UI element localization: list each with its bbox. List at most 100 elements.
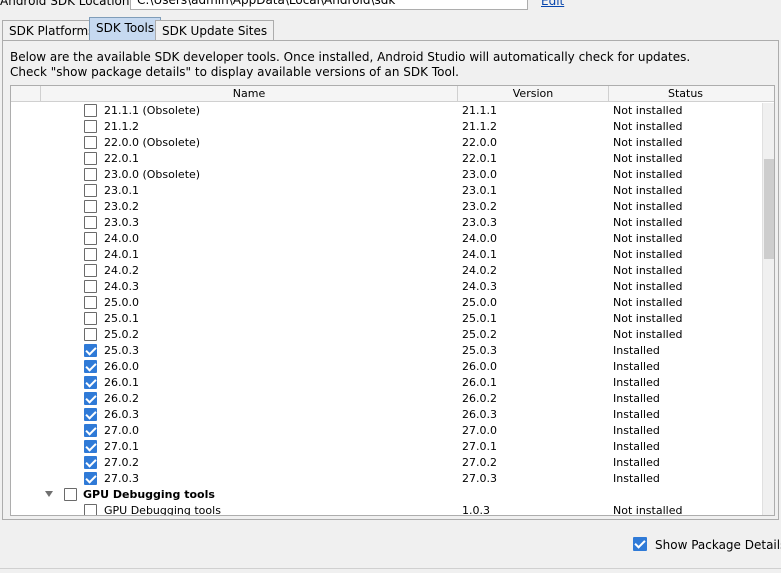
row-version: 25.0.3 xyxy=(462,344,497,357)
table-row[interactable]: 27.0.1 27.0.1 Installed xyxy=(11,439,762,455)
show-package-details-label[interactable]: Show Package Details xyxy=(655,538,781,552)
table-row[interactable]: 25.0.2 25.0.2 Not installed xyxy=(11,327,762,343)
table-row[interactable]: 26.0.1 26.0.1 Installed xyxy=(11,375,762,391)
row-checkbox[interactable] xyxy=(84,344,97,357)
row-checkbox[interactable] xyxy=(84,248,97,261)
table-row[interactable]: 25.0.1 25.0.1 Not installed xyxy=(11,311,762,327)
row-version: 23.0.0 xyxy=(462,168,497,181)
tab-sdk-update-sites[interactable]: SDK Update Sites xyxy=(155,20,275,41)
row-checkbox[interactable] xyxy=(84,120,97,133)
row-status: Installed xyxy=(613,360,660,373)
row-checkbox[interactable] xyxy=(84,440,97,453)
row-status: Not installed xyxy=(613,120,683,133)
table-row[interactable]: 27.0.3 27.0.3 Installed xyxy=(11,471,762,487)
row-checkbox[interactable] xyxy=(84,408,97,421)
row-checkbox[interactable] xyxy=(84,424,97,437)
row-checkbox[interactable] xyxy=(84,312,97,325)
show-package-details-checkbox[interactable] xyxy=(633,537,647,551)
column-header-version[interactable]: Version xyxy=(458,86,609,102)
scrollbar-thumb[interactable] xyxy=(764,159,774,259)
row-checkbox[interactable] xyxy=(84,200,97,213)
table-row[interactable]: 21.1.2 21.1.2 Not installed xyxy=(11,119,762,135)
row-checkbox[interactable] xyxy=(84,152,97,165)
row-version: 24.0.1 xyxy=(462,248,497,261)
row-checkbox[interactable] xyxy=(84,280,97,293)
table-row[interactable]: 26.0.0 26.0.0 Installed xyxy=(11,359,762,375)
table-row[interactable]: 27.0.2 27.0.2 Installed xyxy=(11,455,762,471)
row-checkbox[interactable] xyxy=(84,296,97,309)
row-name: 27.0.1 xyxy=(104,440,139,453)
table-row[interactable]: 22.0.0 (Obsolete) 22.0.0 Not installed xyxy=(11,135,762,151)
row-status: Not installed xyxy=(613,216,683,229)
row-checkbox[interactable] xyxy=(84,168,97,181)
table-group-row[interactable]: GPU Debugging tools xyxy=(11,487,762,503)
row-checkbox[interactable] xyxy=(84,360,97,373)
row-status: Installed xyxy=(613,392,660,405)
bottom-divider xyxy=(0,568,781,569)
row-version: 27.0.1 xyxy=(462,440,497,453)
vertical-scrollbar[interactable] xyxy=(762,103,774,515)
table-row[interactable]: 25.0.3 25.0.3 Installed xyxy=(11,343,762,359)
row-name: 24.0.0 xyxy=(104,232,139,245)
row-version: 27.0.3 xyxy=(462,472,497,485)
row-checkbox[interactable] xyxy=(84,504,97,515)
tab-sdk-platforms[interactable]: SDK Platforms xyxy=(2,20,102,41)
table-row[interactable]: 23.0.1 23.0.1 Not installed xyxy=(11,183,762,199)
row-version: 27.0.0 xyxy=(462,424,497,437)
row-version: 22.0.0 xyxy=(462,136,497,149)
row-name: GPU Debugging tools xyxy=(104,504,221,516)
table-row[interactable]: 21.1.1 (Obsolete) 21.1.1 Not installed xyxy=(11,103,762,119)
row-checkbox[interactable] xyxy=(84,392,97,405)
row-checkbox[interactable] xyxy=(84,376,97,389)
table-row[interactable]: 23.0.2 23.0.2 Not installed xyxy=(11,199,762,215)
row-checkbox[interactable] xyxy=(84,456,97,469)
table-row[interactable]: 23.0.3 23.0.3 Not installed xyxy=(11,215,762,231)
tab-sdk-tools[interactable]: SDK Tools xyxy=(89,17,162,41)
row-status: Installed xyxy=(613,440,660,453)
table-row[interactable]: 26.0.3 26.0.3 Installed xyxy=(11,407,762,423)
row-status: Not installed xyxy=(613,504,683,516)
table-row[interactable]: GPU Debugging tools 1.0.3 Not installed xyxy=(11,503,762,516)
row-name: 27.0.3 xyxy=(104,472,139,485)
row-name: 23.0.3 xyxy=(104,216,139,229)
description-line-1: Below are the available SDK developer to… xyxy=(10,50,691,64)
row-name: 25.0.0 xyxy=(104,296,139,309)
row-version: 21.1.1 xyxy=(462,104,497,117)
table-row[interactable]: 24.0.3 24.0.3 Not installed xyxy=(11,279,762,295)
row-status: Not installed xyxy=(613,280,683,293)
row-name: 26.0.0 xyxy=(104,360,139,373)
expand-arrow-icon[interactable] xyxy=(45,491,53,497)
row-checkbox[interactable] xyxy=(84,104,97,117)
row-version: 1.0.3 xyxy=(462,504,490,516)
column-header-status[interactable]: Status xyxy=(609,86,762,102)
row-checkbox[interactable] xyxy=(84,328,97,341)
row-checkbox[interactable] xyxy=(84,216,97,229)
table-row[interactable]: 23.0.0 (Obsolete) 23.0.0 Not installed xyxy=(11,167,762,183)
row-checkbox[interactable] xyxy=(84,264,97,277)
table-row[interactable]: 22.0.1 22.0.1 Not installed xyxy=(11,151,762,167)
row-version: 24.0.0 xyxy=(462,232,497,245)
table-header: Name Version Status xyxy=(11,86,774,102)
table-row[interactable]: 24.0.1 24.0.1 Not installed xyxy=(11,247,762,263)
row-status: Not installed xyxy=(613,152,683,165)
table-row[interactable]: 26.0.2 26.0.2 Installed xyxy=(11,391,762,407)
table-row[interactable]: 27.0.0 27.0.0 Installed xyxy=(11,423,762,439)
row-checkbox[interactable] xyxy=(84,184,97,197)
row-checkbox[interactable] xyxy=(84,472,97,485)
row-version: 25.0.2 xyxy=(462,328,497,341)
sdk-location-field[interactable]: C:\Users\admin\AppData\Local\Android\sdk xyxy=(130,0,528,10)
row-status: Installed xyxy=(613,456,660,469)
row-checkbox[interactable] xyxy=(84,136,97,149)
row-version: 26.0.0 xyxy=(462,360,497,373)
row-checkbox[interactable] xyxy=(84,232,97,245)
row-status: Not installed xyxy=(613,264,683,277)
row-status: Not installed xyxy=(613,248,683,261)
column-header-name[interactable]: Name xyxy=(41,86,458,102)
table-row[interactable]: 24.0.0 24.0.0 Not installed xyxy=(11,231,762,247)
row-checkbox[interactable] xyxy=(64,488,77,501)
row-name: 22.0.0 (Obsolete) xyxy=(104,136,201,149)
row-version: 26.0.1 xyxy=(462,376,497,389)
table-row[interactable]: 25.0.0 25.0.0 Not installed xyxy=(11,295,762,311)
table-row[interactable]: 24.0.2 24.0.2 Not installed xyxy=(11,263,762,279)
edit-link[interactable]: Edit xyxy=(541,0,564,8)
